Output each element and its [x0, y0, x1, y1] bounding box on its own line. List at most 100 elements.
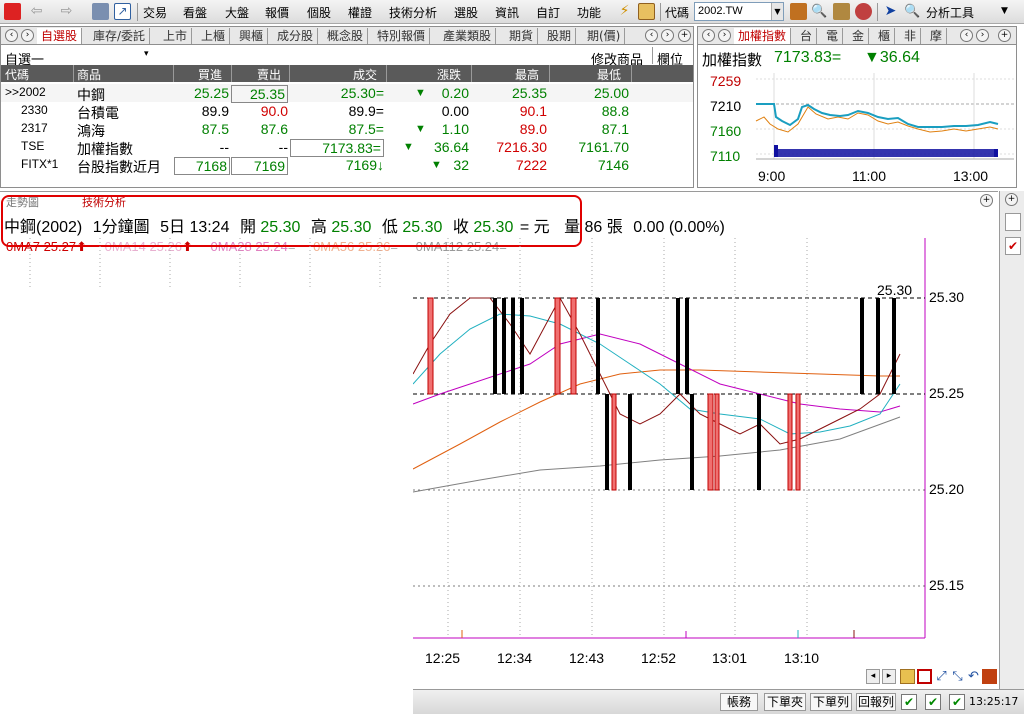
index-tab-prev-icon[interactable]: ‹ — [702, 29, 715, 42]
tab-index-taiex[interactable]: 加權指數 — [734, 28, 792, 44]
menu-technical[interactable]: 技術分析 — [389, 4, 437, 21]
index-x-tick: 9:00 — [758, 168, 786, 184]
quote-icon[interactable] — [790, 3, 807, 20]
column-header: 代碼 商品 買進 賣出 成交 漲跌 最高 最低 — [1, 65, 693, 82]
index-value: 7173.83= — [774, 49, 842, 66]
tab-inventory[interactable]: 庫存/委託 — [89, 28, 151, 44]
col-bid[interactable]: 買進 — [198, 66, 222, 83]
tab-components[interactable]: 成分股 — [273, 28, 319, 44]
y-tick: 25.25 — [929, 385, 965, 401]
menu-stock[interactable]: 個股 — [307, 4, 331, 21]
tab-index-elec[interactable]: 電 — [822, 28, 844, 44]
side-check-icon[interactable]: ✔ — [1005, 237, 1021, 255]
menu-screener[interactable]: 選股 — [454, 4, 478, 21]
tab-index-fin[interactable]: 金 — [848, 28, 870, 44]
tab-index-otc[interactable]: 櫃 — [874, 28, 896, 44]
tab-watchlist[interactable]: 自選股 — [37, 28, 83, 44]
table-row[interactable]: TSE 加權指數 -- -- 7173.83= ▼ 36.64 7216.30 … — [1, 138, 693, 157]
tab-index-nonfin[interactable]: 非 — [900, 28, 922, 44]
side-zoom-icon[interactable]: + — [1005, 193, 1018, 206]
tab-special[interactable]: 特別報價 — [373, 28, 431, 44]
cursor-icon[interactable]: ➤ — [882, 3, 899, 20]
index-scroll-right-icon[interactable]: › — [976, 29, 989, 42]
index-tab-next-icon[interactable]: › — [718, 29, 731, 42]
table-row[interactable]: FITX*1 台股指數近月 7168 7169 7169↓ ▼ 32 7222 … — [1, 156, 693, 175]
report-bar-button[interactable]: 回報列 — [856, 693, 896, 711]
order-bar-button[interactable]: 下單列 — [810, 693, 852, 711]
popout-icon[interactable]: ↗ — [114, 3, 131, 20]
tab-emerging[interactable]: 興櫃 — [235, 28, 269, 44]
alert-icon[interactable] — [855, 3, 872, 20]
tab-next-icon[interactable]: › — [21, 29, 34, 42]
col-change[interactable]: 漲跌 — [437, 66, 461, 83]
index-name: 加權指數 — [702, 51, 763, 69]
status-bar: 帳務 下單夾 下單列 回報列 ✔ ✔ ✔ 13:25:17 — [413, 689, 1024, 714]
zoom-in-icon[interactable]: ⤡ — [950, 669, 965, 684]
pencil-icon[interactable] — [900, 669, 915, 684]
tab-index-msci[interactable]: 摩 — [926, 28, 948, 44]
search-icon[interactable]: 🔍 — [811, 3, 828, 20]
row-low: 87.1 — [601, 121, 629, 137]
account-button[interactable]: 帳務 — [720, 693, 758, 711]
tab-prev-icon[interactable]: ‹ — [5, 29, 18, 42]
list-chevron-icon[interactable]: ▾ — [144, 49, 149, 59]
table-row[interactable]: 2317 鴻海 87.5 87.6 87.5= ▼ 1.10 89.0 87.1 — [1, 120, 693, 139]
col-high[interactable]: 最高 — [515, 66, 539, 83]
menu-warrant[interactable]: 權證 — [348, 4, 372, 21]
forward-icon[interactable]: ⇨ — [58, 3, 75, 20]
scroll-left-icon[interactable]: ◂ — [866, 669, 880, 684]
print-icon[interactable] — [92, 3, 109, 20]
menu-trade[interactable]: 交易 — [143, 4, 167, 21]
menu-watch[interactable]: 看盤 — [183, 4, 207, 21]
row-high: 7222 — [515, 157, 547, 173]
menu-quote[interactable]: 報價 — [265, 4, 289, 21]
tab-listed[interactable]: 上市 — [159, 28, 193, 44]
zoom-out-icon[interactable]: ⤢ — [934, 669, 949, 684]
x-tick: 13:10 — [784, 650, 820, 666]
order-folder-button[interactable]: 下單夾 — [764, 693, 806, 711]
toolbar-chevron-icon[interactable]: ▼ — [996, 3, 1013, 20]
analysis-tools-button[interactable]: 分析工具 — [926, 4, 974, 21]
menu-info[interactable]: 資訊 — [495, 4, 519, 21]
tab-otc[interactable]: 上櫃 — [197, 28, 231, 44]
col-code[interactable]: 代碼 — [5, 66, 29, 83]
tab-scroll-right-icon[interactable]: › — [661, 29, 674, 42]
row-bid: 7168 — [174, 157, 230, 175]
tab-concept[interactable]: 概念股 — [323, 28, 369, 44]
notepad-icon[interactable] — [638, 3, 655, 20]
chart-type-icon[interactable] — [982, 669, 997, 684]
menu-function[interactable]: 功能 — [577, 4, 601, 21]
tools-icon[interactable] — [833, 3, 850, 20]
analysis-icon[interactable]: 🔍 — [904, 3, 921, 20]
tab-index-tw[interactable]: 台 — [796, 28, 818, 44]
index-scroll-left-icon[interactable]: ‹ — [960, 29, 973, 42]
lightning-icon[interactable]: ⚡ — [616, 3, 633, 20]
crosshair-icon[interactable] — [917, 669, 932, 684]
home-icon[interactable] — [4, 3, 21, 20]
chart-zoom-icon[interactable]: + — [980, 194, 993, 207]
col-ask[interactable]: 賣出 — [257, 66, 281, 83]
table-row[interactable]: 2330 台積電 89.9 90.0 89.9= 0.00 90.1 88.8 — [1, 102, 693, 121]
menu-custom[interactable]: 自訂 — [536, 4, 560, 21]
scroll-right-icon[interactable]: ▸ — [882, 669, 896, 684]
tab-scroll-left-icon[interactable]: ‹ — [645, 29, 658, 42]
side-button[interactable] — [1005, 213, 1021, 231]
tab-options[interactable]: 期(價) — [583, 28, 626, 44]
row-low: 7161.70 — [578, 139, 629, 155]
checkbox-3[interactable]: ✔ — [949, 694, 965, 710]
checkbox-1[interactable]: ✔ — [901, 694, 917, 710]
chevron-down-icon[interactable]: ▼ — [771, 3, 783, 20]
undo-icon[interactable]: ↶ — [966, 669, 981, 684]
col-low[interactable]: 最低 — [597, 66, 621, 83]
tab-industry[interactable]: 產業類股 — [439, 28, 497, 44]
table-row[interactable]: >>2002 中鋼 25.25 25.35 25.30= ▼ 0.20 25.3… — [1, 84, 693, 103]
menu-market[interactable]: 大盤 — [225, 4, 249, 21]
checkbox-2[interactable]: ✔ — [925, 694, 941, 710]
col-name[interactable]: 商品 — [77, 66, 101, 83]
add-tab-icon[interactable]: + — [678, 29, 691, 42]
tab-stock-futures[interactable]: 股期 — [543, 28, 577, 44]
back-icon[interactable]: ⇦ — [28, 3, 45, 20]
col-last[interactable]: 成交 — [353, 66, 377, 83]
tab-futures[interactable]: 期貨 — [505, 28, 539, 44]
index-add-icon[interactable]: + — [998, 29, 1011, 42]
